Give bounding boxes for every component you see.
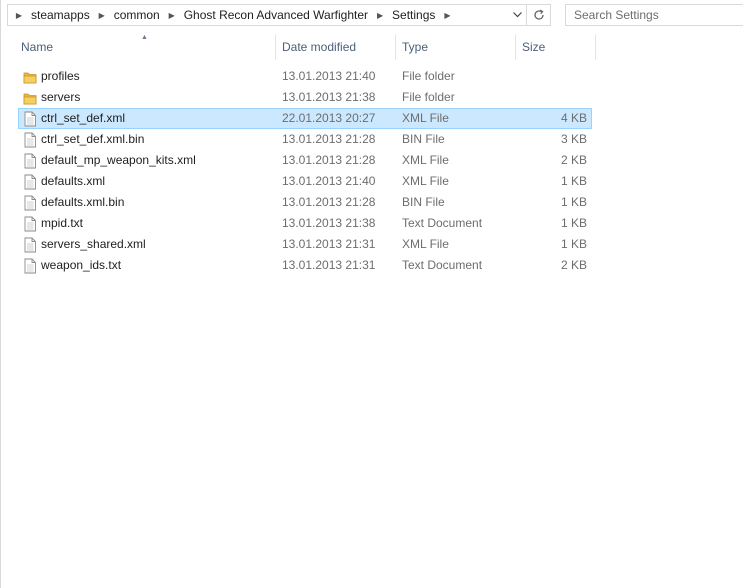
file-size: 1 KB (560, 216, 587, 230)
chevron-right-icon[interactable]: ▶ (95, 11, 109, 20)
breadcrumb-item-steamapps[interactable]: steamapps (26, 5, 95, 25)
file-row[interactable]: ctrl_set_def.xml 22.01.2013 20:27 XML File… (18, 108, 592, 129)
file-size: 1 KB (560, 195, 587, 209)
file-icon (23, 216, 37, 232)
file-name: defaults.xml.bin (41, 195, 125, 209)
breadcrumb-item-common[interactable]: common (109, 5, 165, 25)
file-size: 1 KB (560, 237, 587, 251)
file-type: XML File (402, 174, 449, 188)
chevron-right-icon[interactable]: ▶ (373, 11, 387, 20)
file-date-modified: 13.01.2013 21:38 (282, 216, 376, 230)
column-divider[interactable] (595, 34, 596, 60)
file-name: default_mp_weapon_kits.xml (41, 153, 196, 167)
file-size: 4 KB (560, 111, 587, 125)
chevron-down-icon[interactable] (508, 5, 526, 25)
refresh-icon (533, 9, 544, 20)
file-date-modified: 13.01.2013 21:28 (282, 153, 376, 167)
file-row[interactable]: servers_shared.xml 13.01.2013 21:31 XML Fi… (18, 234, 592, 255)
column-header-type[interactable]: Type (396, 34, 516, 60)
file-name: weapon_ids.txt (41, 258, 122, 272)
file-date-modified: 13.01.2013 21:31 (282, 237, 376, 251)
column-header-date[interactable]: Date modified (276, 34, 396, 60)
file-row[interactable]: default_mp_weapon_kits.xml 13.01.2013 21:… (18, 150, 592, 171)
file-date-modified: 13.01.2013 21:40 (282, 174, 376, 188)
file-name: ctrl_set_def.xml.bin (41, 132, 145, 146)
file-size: 3 KB (560, 132, 587, 146)
file-row[interactable]: weapon_ids.txt 13.01.2013 21:31 Text Docum… (18, 255, 592, 276)
explorer-window: ▶ steamapps ▶ common ▶ Ghost Recon Advan… (0, 0, 743, 588)
file-list: profiles 13.01.2013 21:40 File folder serve… (18, 66, 592, 276)
breadcrumb-item-settings[interactable]: Settings (387, 5, 440, 25)
file-row[interactable]: mpid.txt 13.01.2013 21:38 Text Document 1 K… (18, 213, 592, 234)
file-type: BIN File (402, 195, 445, 209)
file-row[interactable]: defaults.xml 13.01.2013 21:40 XML File 1 KB (18, 171, 592, 192)
chevron-right-icon[interactable]: ▶ (12, 11, 26, 20)
file-type: XML File (402, 111, 449, 125)
address-bar[interactable]: ▶ steamapps ▶ common ▶ Ghost Recon Advan… (7, 4, 527, 26)
breadcrumb: ▶ steamapps ▶ common ▶ Ghost Recon Advan… (8, 5, 508, 25)
file-row[interactable]: profiles 13.01.2013 21:40 File folder (18, 66, 592, 87)
file-icon (23, 195, 37, 211)
file-icon (23, 237, 37, 253)
search-input[interactable] (565, 4, 743, 26)
breadcrumb-item-game[interactable]: Ghost Recon Advanced Warfighter (179, 5, 373, 25)
file-type: BIN File (402, 132, 445, 146)
file-date-modified: 13.01.2013 21:31 (282, 258, 376, 272)
file-date-modified: 13.01.2013 21:28 (282, 132, 376, 146)
file-type: XML File (402, 237, 449, 251)
file-name: ctrl_set_def.xml (41, 111, 126, 125)
column-header-name[interactable]: Name (15, 34, 275, 60)
file-row[interactable]: defaults.xml.bin 13.01.2013 21:28 BIN File… (18, 192, 592, 213)
file-name: profiles (41, 69, 80, 83)
file-date-modified: 13.01.2013 21:40 (282, 69, 376, 83)
column-header-size[interactable]: Size (516, 34, 596, 60)
file-size: 1 KB (560, 174, 587, 188)
file-date-modified: 13.01.2013 21:28 (282, 195, 376, 209)
file-size: 2 KB (560, 153, 587, 167)
file-icon (23, 132, 37, 148)
file-name: defaults.xml (41, 174, 106, 188)
file-date-modified: 22.01.2013 20:27 (282, 111, 376, 125)
file-row[interactable]: ctrl_set_def.xml.bin 13.01.2013 21:28 BIN … (18, 129, 592, 150)
chevron-right-icon[interactable]: ▶ (165, 11, 179, 20)
column-headers: Name Date modified Type Size (1, 34, 601, 60)
file-type: Text Document (402, 216, 483, 230)
file-name: mpid.txt (41, 216, 84, 230)
chevron-right-icon[interactable]: ▶ (440, 11, 454, 20)
file-icon (23, 258, 37, 274)
file-name: servers_shared.xml (41, 237, 146, 251)
folder-icon (23, 69, 37, 85)
file-row[interactable]: servers 13.01.2013 21:38 File folder (18, 87, 592, 108)
file-type: File folder (402, 69, 455, 83)
file-type: File folder (402, 90, 455, 104)
file-type: XML File (402, 153, 449, 167)
refresh-button[interactable] (527, 4, 551, 26)
folder-icon (23, 90, 37, 106)
file-icon (23, 174, 37, 190)
file-type: Text Document (402, 258, 483, 272)
file-icon (23, 153, 37, 169)
file-icon (23, 111, 37, 127)
file-date-modified: 13.01.2013 21:38 (282, 90, 376, 104)
file-name: servers (41, 90, 81, 104)
file-size: 2 KB (560, 258, 587, 272)
